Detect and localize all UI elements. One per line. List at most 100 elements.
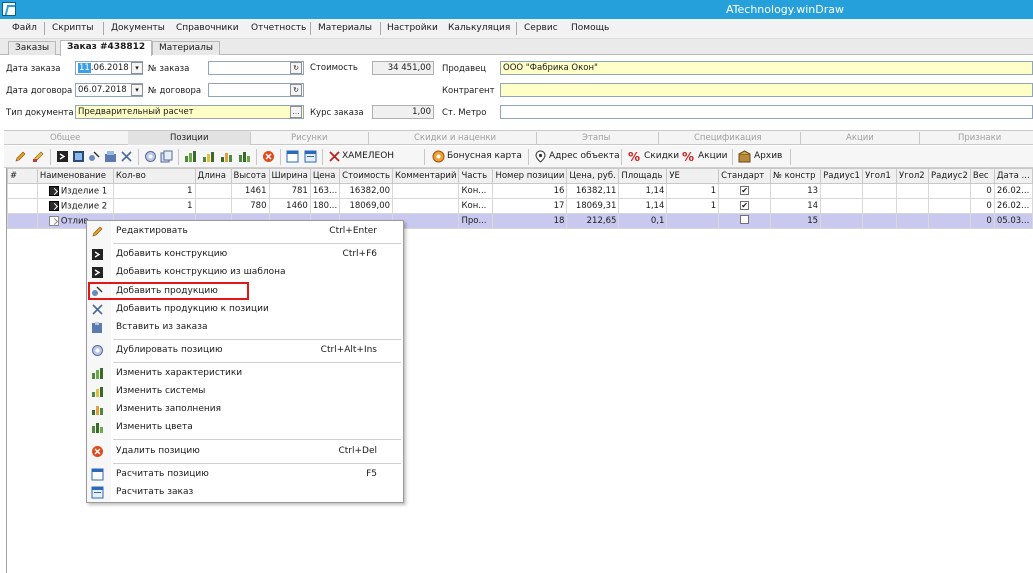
- col-header[interactable]: № констр: [770, 168, 822, 184]
- angle2-cell[interactable]: [896, 183, 930, 199]
- menu-item-add-construction[interactable]: Добавить конструкцию Ctrl+F6: [87, 246, 403, 263]
- height-cell[interactable]: 1461: [230, 183, 270, 199]
- pos-no-cell[interactable]: 17: [492, 198, 568, 214]
- price-rub-cell[interactable]: 18069,31: [566, 198, 620, 214]
- col-header[interactable]: Наименование: [36, 168, 114, 184]
- tab-positions[interactable]: Позиции: [170, 133, 208, 143]
- menu-item-delete-position[interactable]: Удалить позицию Ctrl+Del: [87, 443, 403, 460]
- radius1-cell[interactable]: [820, 198, 864, 214]
- promotions-button[interactable]: Акции: [698, 151, 727, 161]
- ue-cell[interactable]: 1: [666, 183, 720, 199]
- tab-attributes[interactable]: Признаки: [958, 133, 1001, 143]
- copy-icon[interactable]: [160, 150, 173, 163]
- standard-checkbox[interactable]: ✔: [740, 201, 750, 210]
- menu-item-change-characteristics[interactable]: Изменить характеристики: [87, 365, 403, 382]
- doc-type-ellipsis-button[interactable]: …: [290, 106, 302, 118]
- constr-cell[interactable]: 13: [770, 183, 822, 199]
- seller-field[interactable]: ООО "Фабрика Окон": [500, 61, 1033, 75]
- radius2-cell[interactable]: [928, 183, 971, 199]
- col-header[interactable]: Цена, руб.: [566, 168, 620, 184]
- calc-order-icon[interactable]: [304, 150, 317, 163]
- duplicate-icon[interactable]: [144, 150, 157, 163]
- angle1-cell[interactable]: [862, 198, 898, 214]
- pos-no-cell[interactable]: 18: [492, 213, 568, 229]
- tab-order-438812[interactable]: Заказ #438812: [60, 40, 153, 56]
- date-cell[interactable]: 26.02...: [993, 198, 1033, 214]
- table-row[interactable]: Изделие 2 1 780 1460 180... 18069,00 Кон…: [7, 198, 1033, 214]
- menu-references[interactable]: Справочники: [176, 23, 239, 33]
- angle2-cell[interactable]: [896, 198, 930, 214]
- angle1-cell[interactable]: [862, 213, 898, 229]
- object-address-button[interactable]: Адрес объекта: [549, 151, 620, 161]
- tab-materials[interactable]: Материалы: [152, 41, 220, 55]
- metro-field[interactable]: [500, 105, 1033, 119]
- menu-settings[interactable]: Настройки: [387, 23, 438, 33]
- add-template-icon[interactable]: [72, 150, 85, 163]
- menu-item-add-product-to-position[interactable]: Добавить продукцию к позиции: [87, 301, 403, 318]
- width-cell[interactable]: 781: [268, 183, 311, 199]
- menu-item-edit[interactable]: Редактировать Ctrl+Enter: [87, 223, 403, 240]
- tab-promotions[interactable]: Акции: [846, 133, 874, 143]
- menu-reports[interactable]: Отчетность: [251, 23, 306, 33]
- part-cell[interactable]: Кон...: [458, 198, 494, 214]
- standard-cell[interactable]: ✔: [718, 198, 772, 214]
- col-header[interactable]: Высота: [230, 168, 270, 184]
- price-rub-cell[interactable]: 212,65: [566, 213, 620, 229]
- add-product-icon[interactable]: [88, 150, 101, 163]
- length-cell[interactable]: [194, 198, 232, 214]
- name-cell[interactable]: Изделие 1: [36, 183, 114, 199]
- menu-help[interactable]: Помощь: [571, 23, 609, 33]
- col-header[interactable]: Площадь: [618, 168, 668, 184]
- angle1-cell[interactable]: [862, 183, 898, 199]
- col-header[interactable]: Стандарт: [718, 168, 772, 184]
- attach-product-icon[interactable]: [120, 150, 133, 163]
- col-header[interactable]: Угол1: [862, 168, 898, 184]
- weight-cell[interactable]: 0: [969, 183, 995, 199]
- menu-file[interactable]: Файл: [12, 23, 37, 33]
- add-construction-icon[interactable]: [56, 150, 69, 163]
- col-header[interactable]: Вес: [969, 168, 995, 184]
- col-header[interactable]: Ширина: [268, 168, 311, 184]
- tab-drawings[interactable]: Рисунки: [291, 133, 328, 143]
- table-row[interactable]: Изделие 1 1 1461 781 163... 16382,00 Кон…: [7, 183, 1033, 199]
- comment-cell[interactable]: [392, 183, 460, 199]
- col-header[interactable]: Длина: [194, 168, 232, 184]
- cost-cell[interactable]: 16382,00: [339, 183, 394, 199]
- col-header[interactable]: Угол2: [896, 168, 930, 184]
- menu-item-add-from-template[interactable]: Добавить конструкцию из шаблона: [87, 264, 403, 281]
- pos-no-cell[interactable]: 16: [492, 183, 568, 199]
- tab-orders[interactable]: Заказы: [8, 41, 57, 55]
- col-header[interactable]: Стоимость: [339, 168, 394, 184]
- angle2-cell[interactable]: [896, 213, 930, 229]
- col-header[interactable]: Радиус2: [928, 168, 971, 184]
- ue-cell[interactable]: [666, 213, 720, 229]
- price-cell[interactable]: 163...: [309, 183, 341, 199]
- width-cell[interactable]: 1460: [268, 198, 311, 214]
- price-cell[interactable]: 180...: [309, 198, 341, 214]
- menu-documents[interactable]: Документы: [111, 23, 165, 33]
- chart-systems-icon[interactable]: [202, 150, 215, 163]
- area-cell[interactable]: 1,14: [618, 183, 668, 199]
- standard-cell[interactable]: [718, 213, 772, 229]
- tab-discounts-markups[interactable]: Скидки и наценки: [414, 133, 496, 143]
- archive-button[interactable]: Архив: [754, 151, 782, 161]
- col-header[interactable]: Цена: [309, 168, 341, 184]
- menu-item-calc-position[interactable]: Расчитать позицию F5: [87, 466, 403, 483]
- pencil-icon[interactable]: [14, 150, 27, 163]
- calc-position-icon[interactable]: [286, 150, 299, 163]
- menu-materials[interactable]: Материалы: [318, 23, 372, 33]
- bonus-card-button[interactable]: Бонусная карта: [447, 151, 522, 161]
- part-cell[interactable]: Кон...: [458, 183, 494, 199]
- menu-service[interactable]: Сервис: [524, 23, 558, 33]
- col-header[interactable]: Кол-во: [112, 168, 196, 184]
- col-header[interactable]: Часть: [458, 168, 494, 184]
- radius1-cell[interactable]: [820, 213, 864, 229]
- col-header[interactable]: УЕ: [666, 168, 720, 184]
- menu-item-calc-order[interactable]: Расчитать заказ: [87, 484, 403, 501]
- chart-fillings-icon[interactable]: [220, 150, 233, 163]
- order-date-dropdown-button[interactable]: ▾: [131, 62, 143, 74]
- tab-stages[interactable]: Этапы: [582, 133, 610, 143]
- col-header[interactable]: Радиус1: [820, 168, 864, 184]
- product-set-icon[interactable]: [104, 150, 117, 163]
- contract-date-dropdown-button[interactable]: ▾: [131, 84, 143, 96]
